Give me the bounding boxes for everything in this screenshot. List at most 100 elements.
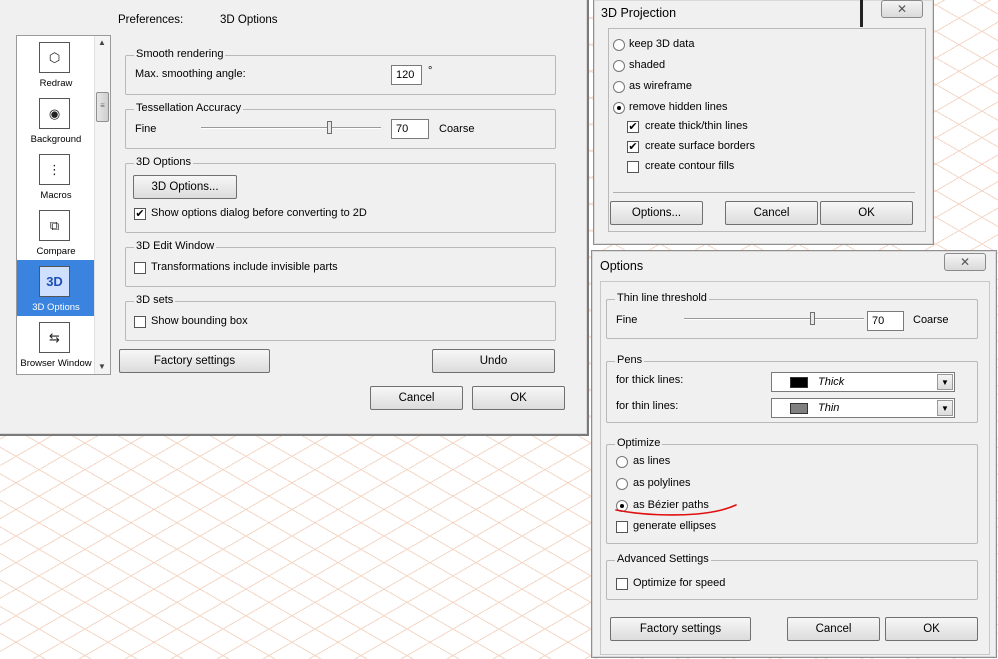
tessellation-group: Tessellation Accuracy Fine 70 Coarse (125, 102, 556, 149)
3d-options-button[interactable]: 3D Options... (133, 175, 237, 199)
thick-lines-label: for thick lines: (616, 374, 684, 386)
thin-line-input[interactable]: 70 (867, 311, 904, 331)
options-panel: Thin line threshold Fine 70 Coarse Pens … (600, 281, 990, 655)
undo-button[interactable]: Undo (432, 349, 555, 373)
cancel-button[interactable]: Cancel (370, 386, 463, 410)
3d-sets-group: 3D sets Show bounding box (125, 294, 556, 341)
scroll-down-icon[interactable]: ▼ (98, 362, 106, 371)
pens-group: Pens for thick lines: Thick ▼ for thin l… (606, 354, 978, 423)
create-thick-thin-lines-label: create thick/thin lines (645, 120, 748, 132)
slider-track (201, 127, 381, 129)
keep-3d-data-label: keep 3D data (629, 38, 695, 50)
thin-pen-swatch (790, 403, 808, 414)
sidebar-item-macros[interactable]: ⋮ Macros (17, 148, 94, 204)
sidebar-item-browser-window[interactable]: ⇆ Browser Window (17, 316, 94, 372)
create-contour-fills-checkbox[interactable] (627, 161, 639, 173)
thin-lines-label: for thin lines: (616, 400, 679, 412)
optimize-for-speed-checkbox[interactable] (616, 578, 628, 590)
keep-3d-data-radio[interactable] (613, 39, 625, 51)
as-polylines-label: as polylines (633, 477, 691, 489)
create-thick-thin-lines-checkbox[interactable]: ✔ (627, 121, 639, 133)
show-bounding-box-checkbox[interactable] (134, 316, 146, 328)
thin-line-slider[interactable] (684, 311, 864, 327)
sidebar-item-redraw[interactable]: ⬡ Redraw (17, 36, 94, 92)
3d-options-group: 3D Options 3D Options... ✔ Show options … (125, 156, 556, 233)
chevron-down-icon[interactable]: ▼ (937, 400, 953, 416)
tessellation-coarse-label: Coarse (439, 123, 475, 135)
create-contour-fills-label: create contour fills (645, 160, 735, 172)
shaded-radio[interactable] (613, 60, 625, 72)
3d-edit-window-legend: 3D Edit Window (134, 240, 217, 252)
thin-fine-label: Fine (616, 314, 638, 326)
generate-ellipses-checkbox[interactable] (616, 521, 628, 533)
as-wireframe-radio[interactable] (613, 81, 625, 93)
3d-options-icon: 3D (39, 266, 70, 297)
generate-ellipses-label: generate ellipses (633, 520, 717, 532)
background-icon: ◉ (39, 98, 70, 129)
sidebar-item-label: Browser Window (20, 358, 92, 369)
sidebar: ⬡ Redraw ◉ Background ⋮ Macros ⧉ Compare 3D 3D Op… (16, 35, 111, 375)
factory-settings-button[interactable]: Factory settings (610, 617, 751, 641)
page-title: 3D Options (220, 14, 278, 26)
options-window: Options ✕ Thin line threshold Fine 70 Co… (591, 250, 997, 658)
3d-edit-window-group: 3D Edit Window Transformations include i… (125, 240, 556, 287)
window-title: Options (600, 259, 644, 273)
cancel-button[interactable]: Cancel (725, 201, 818, 225)
cancel-button[interactable]: Cancel (787, 617, 880, 641)
ok-button[interactable]: OK (472, 386, 565, 410)
close-icon[interactable]: ✕ (881, 0, 923, 18)
smoothing-angle-input[interactable]: 120 (391, 65, 422, 85)
3d-sets-legend: 3D sets (134, 294, 176, 306)
3d-projection-window: 3D Projection ✕ keep 3D data shaded as w… (593, 0, 934, 245)
slider-thumb[interactable] (810, 312, 815, 325)
as-lines-radio[interactable] (616, 456, 628, 468)
tessellation-fine-label: Fine (135, 123, 157, 135)
show-options-dialog-checkbox[interactable]: ✔ (134, 208, 146, 220)
sidebar-item-label: Compare (36, 246, 76, 257)
thin-line-threshold-legend: Thin line threshold (615, 292, 709, 304)
create-surface-borders-label: create surface borders (645, 140, 756, 152)
sidebar-item-background[interactable]: ◉ Background (17, 92, 94, 148)
show-options-dialog-label: Show options dialog before converting to… (151, 207, 367, 219)
scroll-thumb[interactable]: ≡ (96, 92, 109, 122)
red-underline-annotation (615, 504, 737, 516)
thick-pen-select[interactable]: Thick ▼ (771, 372, 955, 392)
thick-pen-swatch (790, 377, 808, 388)
ok-button[interactable]: OK (885, 617, 978, 641)
factory-settings-button[interactable]: Factory settings (119, 349, 270, 373)
scroll-up-icon[interactable]: ▲ (98, 38, 106, 47)
sidebar-scrollbar[interactable]: ▲ ≡ ▼ (94, 36, 110, 374)
show-bounding-box-label: Show bounding box (151, 315, 248, 327)
degree-unit: ° (428, 65, 433, 77)
sidebar-item-3d-options[interactable]: 3D 3D Options (17, 260, 94, 316)
window-title: 3D Projection (601, 6, 677, 20)
preferences-window: Preferences: 3D Options ⬡ Redraw ◉ Backgrou… (0, 0, 589, 436)
tessellation-input[interactable]: 70 (391, 119, 429, 139)
ok-button[interactable]: OK (820, 201, 913, 225)
sidebar-item-compare[interactable]: ⧉ Compare (17, 204, 94, 260)
advanced-settings-group: Advanced Settings Optimize for speed (606, 553, 978, 600)
smooth-rendering-legend: Smooth rendering (134, 48, 226, 60)
3d-options-legend: 3D Options (134, 156, 194, 168)
options-button[interactable]: Options... (610, 201, 703, 225)
chevron-down-icon[interactable]: ▼ (937, 374, 953, 390)
sidebar-item-label: Macros (40, 190, 72, 201)
thin-coarse-label: Coarse (913, 314, 949, 326)
shaded-label: shaded (629, 59, 666, 71)
create-surface-borders-checkbox[interactable]: ✔ (627, 141, 639, 153)
transformations-checkbox[interactable] (134, 262, 146, 274)
optimize-group: Optimize as lines as polylines as Bézier… (606, 437, 978, 544)
remove-hidden-lines-radio[interactable] (613, 102, 625, 114)
macros-icon: ⋮ (39, 154, 70, 185)
breadcrumb: Preferences: (118, 14, 184, 26)
advanced-settings-legend: Advanced Settings (615, 553, 711, 565)
thin-pen-select[interactable]: Thin ▼ (771, 398, 955, 418)
as-lines-label: as lines (633, 455, 671, 467)
transformations-label: Transformations include invisible parts (151, 261, 338, 273)
slider-thumb[interactable] (327, 121, 332, 134)
thick-pen-value: Thick (818, 376, 845, 388)
tessellation-slider[interactable] (201, 120, 381, 136)
as-polylines-radio[interactable] (616, 478, 628, 490)
compare-icon: ⧉ (39, 210, 70, 241)
close-icon[interactable]: ✕ (944, 253, 986, 271)
